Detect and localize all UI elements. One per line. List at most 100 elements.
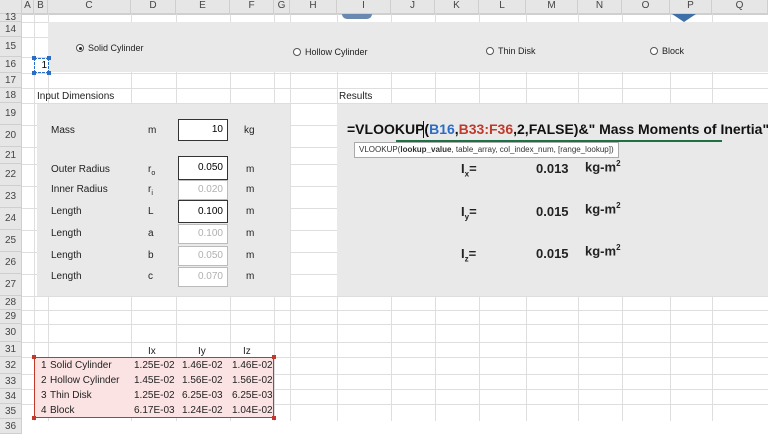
row-header-bar: 13 14 15 16 17 18 19 20 21 22 23 24 25 2… [0,13,22,434]
input-unit: m [246,164,255,175]
formula-ref-b16: B16 [429,121,455,137]
length-a-input[interactable]: 0.100 [178,224,228,244]
radio-unselected-icon [650,47,658,55]
column-header-m[interactable]: M [526,0,578,14]
row-header[interactable]: 28 [0,296,22,310]
row-header[interactable]: 20 [0,125,22,147]
length-b-input[interactable]: 0.050 [178,246,228,266]
column-header-l[interactable]: L [479,0,526,14]
table-row[interactable]: 1 Solid Cylinder 1.25E-02 1.46E-02 1.46E… [34,358,274,373]
radio-solid-cylinder[interactable]: Solid Cylinder [76,43,144,53]
radio-block[interactable]: Block [650,46,684,56]
column-header-f[interactable]: F [230,0,274,14]
column-header-h[interactable]: H [290,0,337,14]
row-header[interactable]: 27 [0,274,22,296]
row-header[interactable]: 36 [0,419,22,434]
mass-input[interactable]: 10 [178,119,228,141]
gridline [22,310,768,311]
row-header[interactable]: 14 [0,22,22,37]
row-header[interactable]: 26 [0,252,22,274]
radio-selected-icon [76,44,84,52]
input-label: Length [51,228,82,239]
table-row[interactable]: 4 Block 6.17E-03 1.24E-02 1.04E-02 [34,403,274,418]
column-header-p[interactable]: P [670,0,712,14]
row-header[interactable]: 13 [0,13,22,23]
gridline [22,342,768,343]
length-l-input[interactable]: 0.100 [178,200,228,223]
column-header-i[interactable]: I [337,0,391,14]
table-cell-name: Hollow Cylinder [50,375,120,386]
row-header[interactable]: 31 [0,342,22,357]
column-header-a[interactable]: A [22,0,34,14]
cell-handle[interactable] [47,56,51,60]
gridline [22,296,768,297]
row-header[interactable]: 24 [0,208,22,230]
outer-radius-input[interactable]: 0.050 [178,156,228,180]
table-cell-name: Thin Disk [50,390,92,401]
cell-handle[interactable] [32,71,36,75]
row-header[interactable]: 18 [0,88,22,103]
range-handle[interactable] [32,416,36,420]
inner-radius-input[interactable]: 0.020 [178,180,228,200]
input-symbol: ro [148,164,156,177]
row-header[interactable]: 29 [0,310,22,324]
row-header[interactable]: 33 [0,374,22,389]
cell-handle[interactable] [32,56,36,60]
radio-thin-disk[interactable]: Thin Disk [486,46,536,56]
range-handle[interactable] [272,355,276,359]
table-cell-name: Solid Cylinder [50,360,112,371]
column-header-g[interactable]: G [274,0,290,14]
column-header-e[interactable]: E [176,0,230,14]
row-header[interactable]: 22 [0,164,22,186]
result-iy-value: 0.015 [536,204,569,219]
formula-edit[interactable]: =VLOOKUP(B16,B33:F36,2,FALSE)&" Mass Mom… [347,121,768,137]
input-symbol: a [148,228,154,239]
input-unit: m [246,271,255,282]
range-handle[interactable] [32,355,36,359]
result-ix-unit: kg-m2 [585,159,621,175]
table-cell-ix: 1.25E-02 [134,360,175,371]
row-header[interactable]: 16 [0,57,22,73]
row-header[interactable]: 23 [0,186,22,208]
row-header[interactable]: 32 [0,357,22,374]
row-header[interactable]: 35 [0,404,22,419]
column-header-c[interactable]: C [48,0,131,14]
table-cell-name: Block [50,405,75,416]
input-unit: m [246,206,255,217]
input-label: Length [51,206,82,217]
column-header-d[interactable]: D [131,0,176,14]
result-ix-symbol: Ix= [461,161,477,179]
column-header-q[interactable]: Q [712,0,768,14]
input-unit: m [246,250,255,261]
table-cell-index: 2 [41,375,47,386]
radio-unselected-icon [486,47,494,55]
row-header[interactable]: 21 [0,147,22,164]
input-symbol: L [148,206,154,217]
column-header-j[interactable]: J [391,0,435,14]
table-row[interactable]: 3 Thin Disk 1.25E-02 6.25E-03 6.25E-03 [34,388,274,403]
table-cell-ix: 1.25E-02 [134,390,175,401]
cell-handle[interactable] [47,71,51,75]
input-unit: m [246,228,255,239]
row-header[interactable]: 34 [0,389,22,404]
column-header-o[interactable]: O [622,0,670,14]
row-header[interactable]: 15 [0,37,22,57]
table-cell-iz: 1.46E-02 [232,360,273,371]
table-row[interactable]: 2 Hollow Cylinder 1.45E-02 1.56E-02 1.56… [34,373,274,388]
column-header-k[interactable]: K [435,0,479,14]
decorative-shape [672,14,696,22]
row-header[interactable]: 17 [0,73,22,88]
gridline [290,14,291,421]
row-header[interactable]: 30 [0,324,22,342]
table-cell-iz: 6.25E-03 [232,390,273,401]
range-handle[interactable] [272,416,276,420]
length-c-input[interactable]: 0.070 [178,267,228,287]
input-symbol: b [148,250,154,261]
column-header-n[interactable]: N [578,0,622,14]
table-cell-ix: 1.45E-02 [134,375,175,386]
row-header[interactable]: 19 [0,103,22,125]
row-header[interactable]: 25 [0,230,22,252]
column-header-b[interactable]: B [34,0,48,14]
radio-hollow-cylinder[interactable]: Hollow Cylinder [293,47,368,57]
input-label: Outer Radius [51,164,110,175]
